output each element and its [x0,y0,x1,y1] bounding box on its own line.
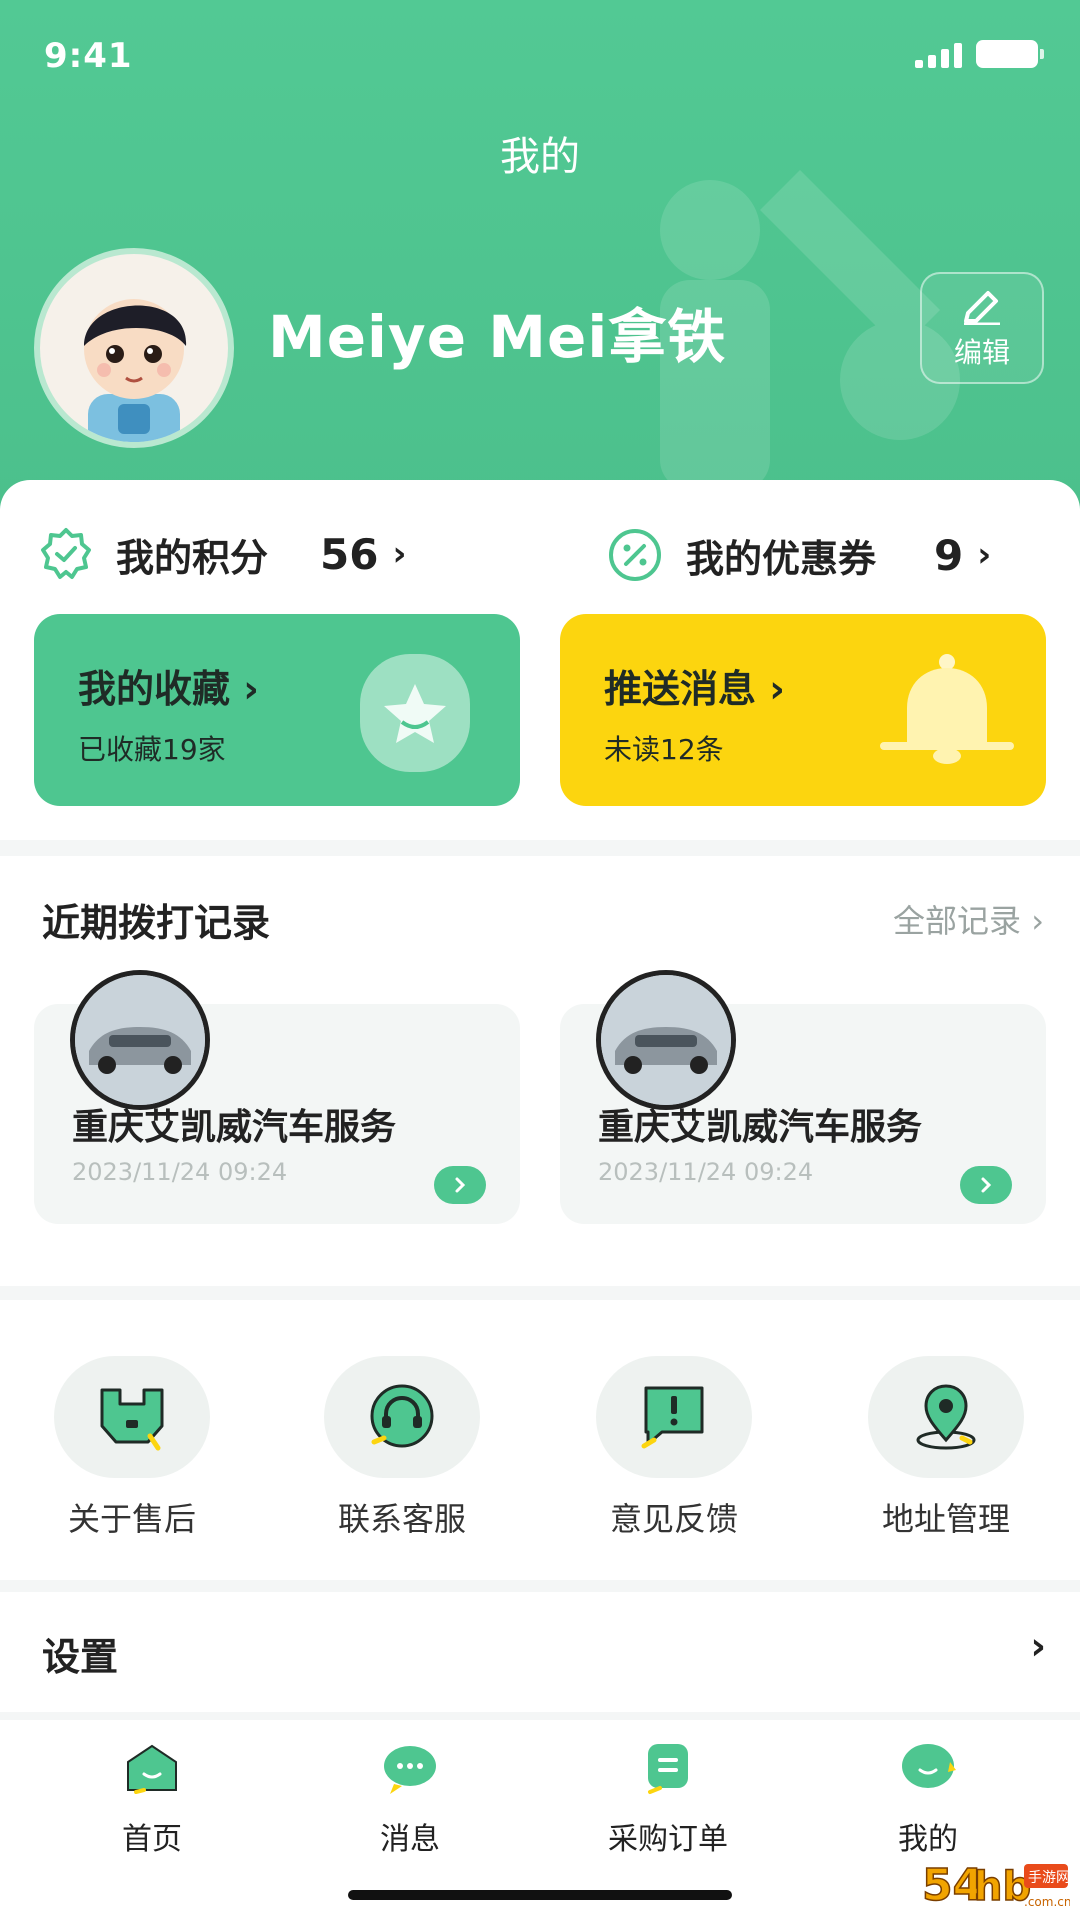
shop-name: 重庆艾凯威汽车服务 [72,1107,397,1148]
tab-home[interactable]: 首页 [52,1740,252,1858]
service-customer-support[interactable]: 联系客服 [302,1356,502,1540]
headset-icon [370,1384,434,1448]
service-label: 关于售后 [67,1500,196,1538]
service-label: 联系客服 [337,1500,466,1538]
chevron-right-icon [981,1177,992,1193]
service-label: 地址管理 [881,1500,1010,1538]
notifications-subtitle: 未读12条 [604,733,724,766]
car-thumbnail [70,970,210,1110]
status-icons [915,40,1044,68]
svg-text:手游网: 手游网 [1028,1870,1070,1886]
coupons-label: 我的优惠券 [686,536,877,581]
order-icon [648,1744,688,1794]
home-icon [127,1744,177,1794]
chevron-right-icon [455,1177,466,1193]
tab-profile[interactable]: 我的 [828,1740,1028,1858]
battery-icon [976,40,1044,68]
view-all-records-link[interactable]: 全部记录 › [893,896,1044,942]
car-thumbnail [596,970,736,1110]
favorites-subtitle: 已收藏19家 [78,733,226,766]
star-badge-icon [360,654,470,772]
recent-call-card[interactable]: 重庆艾凯威汽车服务 2023/11/24 09:24 [34,970,520,1224]
shop-name: 重庆艾凯威汽车服务 [598,1107,923,1148]
favorites-tile[interactable]: 我的收藏 › 已收藏19家 [34,614,520,806]
wrench-icon [100,1388,164,1451]
service-address[interactable]: 地址管理 [846,1356,1046,1540]
tab-label: 消息 [380,1822,440,1857]
avatar[interactable] [34,248,234,448]
call-time: 2023/11/24 09:24 [72,1158,288,1186]
site-watermark-logo: 54 hb 手游网 .com.cn [921,1859,1070,1912]
location-pin-icon [916,1384,976,1450]
status-time: 9:41 [44,36,133,76]
edit-label: 编辑 [953,336,1010,369]
feedback-icon [641,1386,704,1449]
avatar-illustration [84,299,187,442]
chevron-right-icon: › [977,535,992,575]
username: Meiye Mei拿铁 [268,303,727,371]
open-detail-button[interactable] [960,1166,1012,1204]
favorites-title: 我的收藏 › [78,667,259,711]
svg-text:hb: hb [974,1864,1031,1910]
chat-icon [384,1746,436,1794]
chevron-right-icon: › [1030,1624,1046,1668]
call-time: 2023/11/24 09:24 [598,1158,814,1186]
tab-messages[interactable]: 消息 [310,1740,510,1858]
coupon-percent-icon [609,529,661,581]
points-stat[interactable]: 我的积分 56 › [38,526,406,582]
profile-icon [902,1744,956,1788]
chevron-right-icon: › [392,534,407,574]
service-after-sales[interactable]: 关于售后 [32,1356,232,1540]
svg-text:.com.cn: .com.cn [1024,1895,1070,1909]
recent-call-card[interactable]: 重庆艾凯威汽车服务 2023/11/24 09:24 [560,970,1046,1224]
recent-calls-title: 近期拨打记录 [42,901,271,945]
badge-check-icon [41,528,91,579]
tab-purchase-orders[interactable]: 采购订单 [568,1740,768,1858]
coupons-stat[interactable]: 我的优惠券 9 › [606,526,991,584]
tab-label: 首页 [122,1822,182,1857]
pencil-icon [964,291,1000,325]
edit-profile-button[interactable]: 编辑 [920,272,1044,384]
points-value: 56 [320,529,379,579]
signal-icon [915,42,962,68]
notifications-title: 推送消息 › [604,667,785,711]
tab-label: 采购订单 [608,1822,728,1857]
points-label: 我的积分 [116,535,269,580]
home-indicator [348,1890,732,1900]
notifications-tile[interactable]: 推送消息 › 未读12条 [560,614,1046,806]
recent-calls-section: 近期拨打记录 全部记录 › 重庆艾凯威汽车服务 2023/11/24 09:24 [0,856,1080,1286]
open-detail-button[interactable] [434,1166,486,1204]
bell-icon [880,654,1014,764]
services-grid: 关于售后 联系客服 意见反馈 地址管理 [0,1300,1080,1580]
page-title: 我的 [500,134,580,180]
service-label: 意见反馈 [609,1500,738,1538]
service-feedback[interactable]: 意见反馈 [574,1356,774,1540]
coupons-value: 9 [934,530,964,580]
settings-label: 设置 [42,1635,119,1679]
tab-label: 我的 [898,1822,958,1857]
settings-row[interactable]: 设置 › [0,1592,1080,1712]
